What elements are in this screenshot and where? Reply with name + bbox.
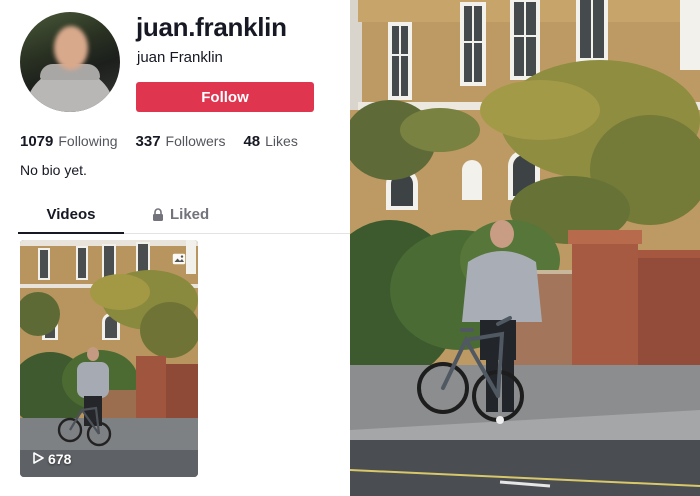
view-count: 678 <box>32 451 71 467</box>
tab-liked[interactable]: Liked <box>152 206 209 223</box>
followers-label: Followers <box>165 133 226 149</box>
avatar[interactable] <box>20 12 120 112</box>
play-icon <box>32 451 44 467</box>
view-count-value: 678 <box>48 451 72 467</box>
lock-icon <box>152 208 164 221</box>
profile-stats: 1079 Following 337 Followers 48 Likes <box>20 133 298 150</box>
tab-videos-label: Videos <box>46 206 96 223</box>
likes-count: 48 <box>243 133 261 150</box>
tab-videos[interactable]: Videos <box>18 206 124 223</box>
thumbnail-scene <box>20 240 198 477</box>
username: juan.franklin <box>136 12 287 42</box>
photo-scene <box>350 0 700 496</box>
tab-liked-label: Liked <box>170 206 210 223</box>
post-photo[interactable] <box>350 0 700 496</box>
followers-count: 337 <box>135 133 161 150</box>
video-thumbnail[interactable]: 678 <box>20 240 198 477</box>
following-label: Following <box>58 133 118 149</box>
following-count: 1079 <box>20 133 54 150</box>
photo-carousel-icon <box>172 252 186 265</box>
avatar-head-blurred <box>54 26 88 70</box>
stat-following[interactable]: 1079 Following <box>20 133 118 150</box>
bio-text: No bio yet. <box>20 162 87 178</box>
follow-button[interactable]: Follow <box>136 82 314 112</box>
profile-tabs: Videos Liked <box>18 200 350 234</box>
display-name: juan Franklin <box>137 49 223 66</box>
stat-likes: 48 Likes <box>243 133 297 150</box>
profile-panel: juan.franklin juan Franklin Follow 1079 … <box>0 0 350 496</box>
active-tab-indicator <box>18 232 124 234</box>
likes-label: Likes <box>265 133 298 149</box>
stat-followers[interactable]: 337 Followers <box>136 133 226 150</box>
